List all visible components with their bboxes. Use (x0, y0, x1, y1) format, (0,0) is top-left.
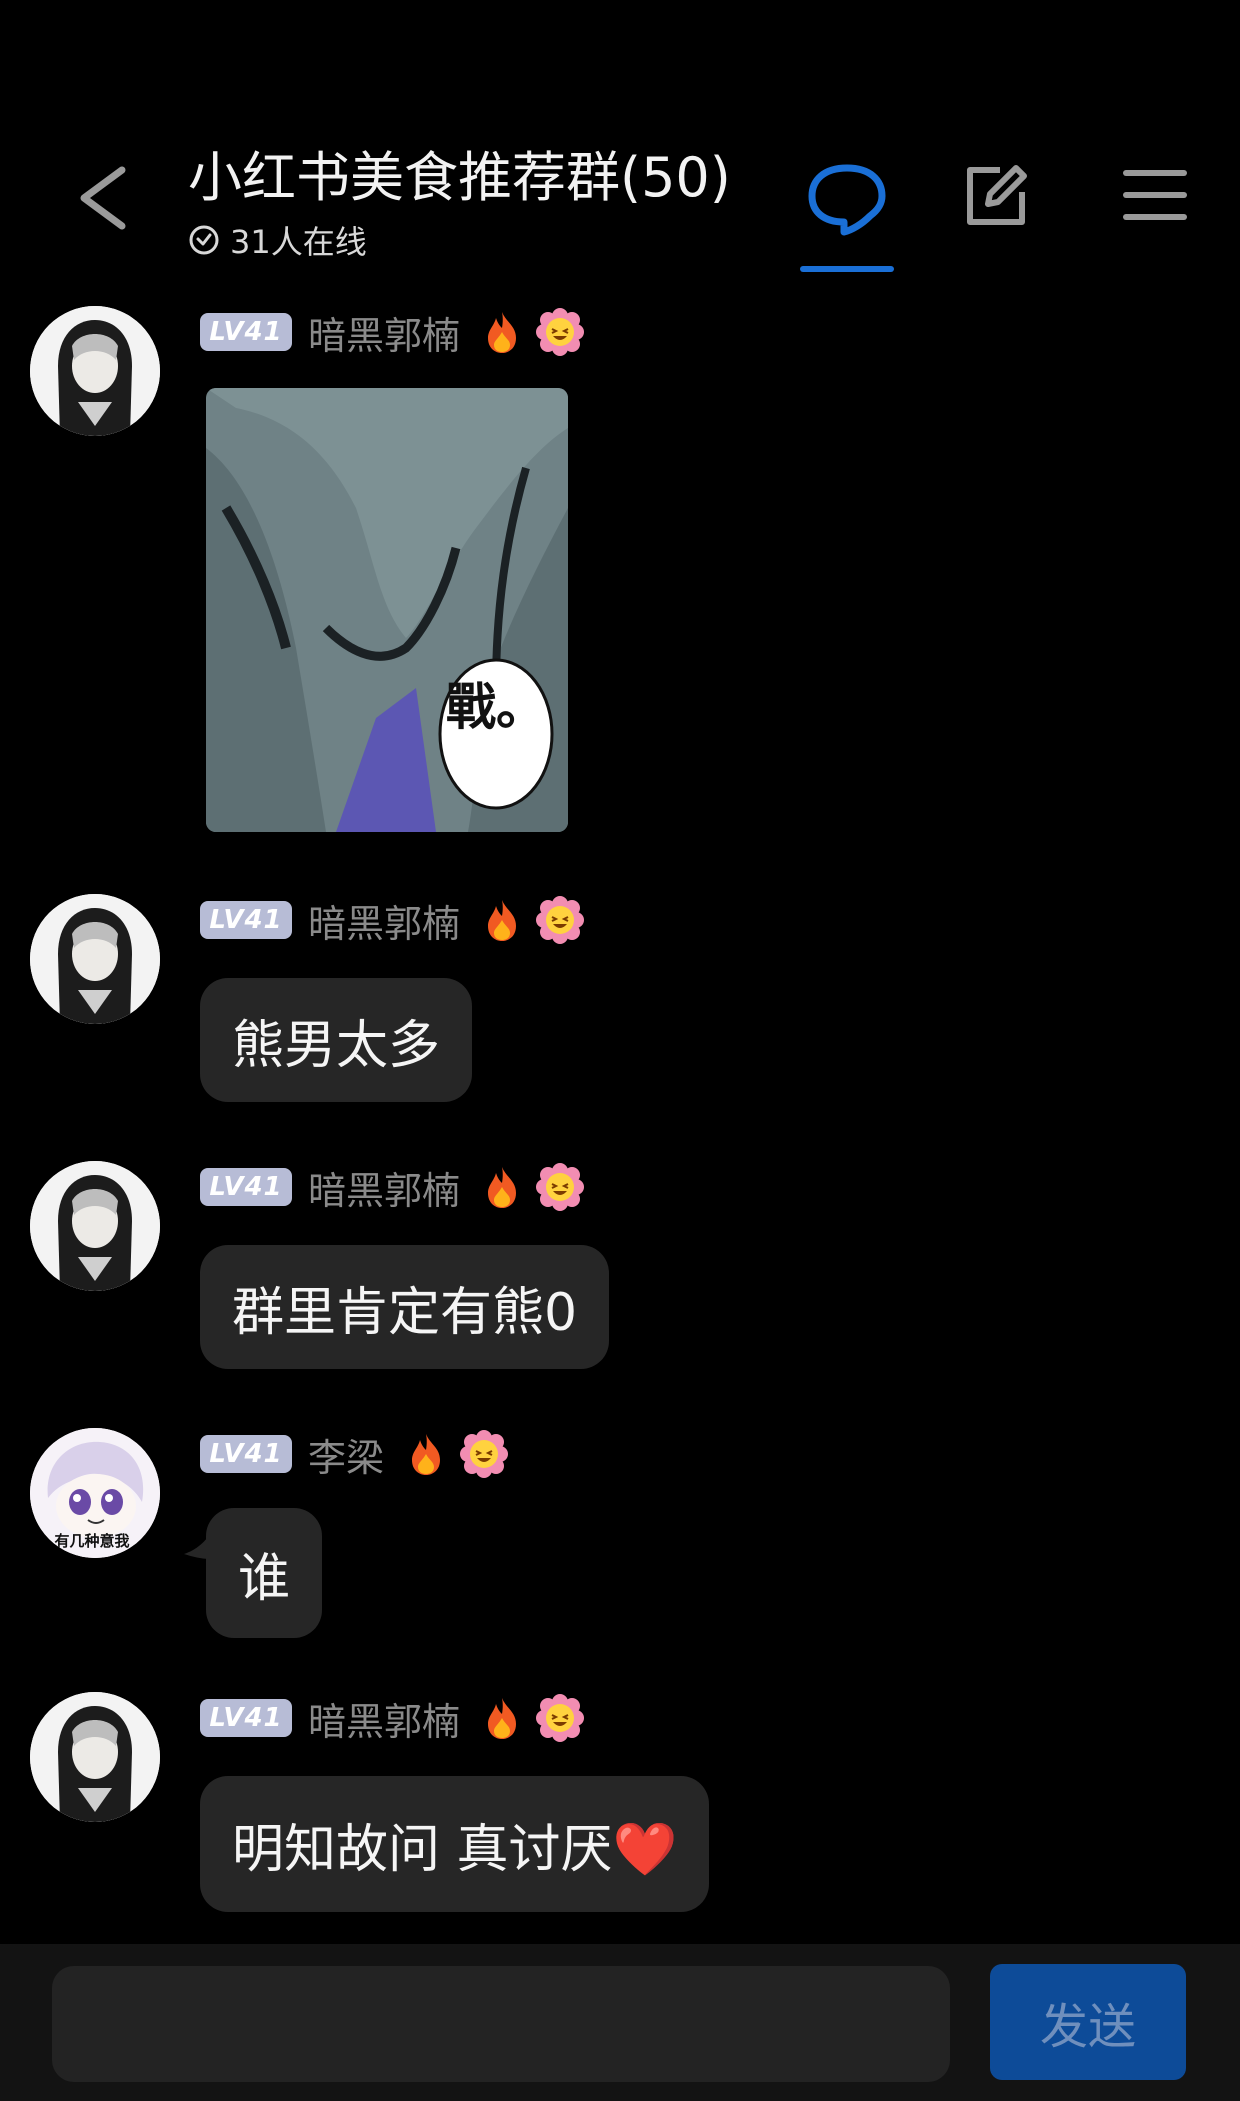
nun-avatar-icon (30, 306, 160, 436)
laughing-flower-icon (536, 1163, 585, 1211)
fire-icon (412, 1434, 441, 1475)
chat-bubble-icon (808, 164, 886, 236)
fire-icon (488, 1167, 517, 1208)
anime-girl-avatar-icon: 有几种意我 (30, 1428, 160, 1558)
message-meta: LV41 暗黑郭楠 (200, 308, 585, 358)
user-avatar[interactable] (30, 306, 160, 436)
message-input[interactable] (52, 1966, 950, 2082)
fire-icon (488, 1698, 517, 1739)
level-badge: LV41 (200, 313, 292, 351)
fire-icon (488, 900, 517, 941)
send-button[interactable]: 发送 (990, 1964, 1186, 2080)
input-bar: 发送 (0, 1944, 1240, 2101)
username[interactable]: 暗黑郭楠 (308, 1691, 460, 1746)
menu-button[interactable] (1120, 165, 1190, 225)
group-title: 小红书美食推荐群(50) (188, 146, 731, 209)
nun-avatar-icon (30, 1692, 160, 1822)
clock-check-icon (189, 225, 219, 255)
active-tab-indicator (800, 266, 894, 272)
online-count: 31人在线 (230, 223, 367, 261)
fire-icon (488, 312, 517, 353)
user-avatar[interactable] (30, 894, 160, 1024)
level-badge: LV41 (200, 901, 292, 939)
edit-icon (967, 165, 1027, 225)
tab-post[interactable] (960, 160, 1032, 232)
sticker-text: 戰。 (446, 678, 546, 736)
message-meta: LV41 暗黑郭楠 (200, 1163, 585, 1213)
nun-avatar-icon (30, 894, 160, 1024)
user-avatar[interactable]: 有几种意我 (30, 1428, 160, 1558)
laughing-flower-icon (536, 1694, 585, 1742)
chat-header: 小红书美食推荐群(50) 31人在线 (0, 0, 1240, 290)
back-button[interactable] (70, 158, 140, 238)
tab-chat[interactable] (800, 160, 894, 272)
online-status: 31人在线 (188, 218, 367, 262)
laughing-flower-icon (536, 896, 585, 944)
nun-avatar-icon (30, 1161, 160, 1291)
level-badge: LV41 (200, 1435, 292, 1473)
message-meta: LV41 暗黑郭楠 (200, 896, 585, 946)
username[interactable]: 暗黑郭楠 (308, 893, 460, 948)
sticker-image: 戰。 (206, 388, 568, 832)
username[interactable]: 暗黑郭楠 (308, 1160, 460, 1215)
user-avatar[interactable] (30, 1692, 160, 1822)
message-bubble[interactable]: 群里肯定有熊0 (200, 1245, 610, 1369)
username[interactable]: 李梁 (308, 1427, 384, 1482)
message-bubble[interactable]: 明知故问 真讨厌❤️ (200, 1776, 710, 1912)
image-message[interactable]: 戰。 (206, 388, 568, 832)
user-avatar[interactable] (30, 1161, 160, 1291)
level-badge: LV41 (200, 1699, 292, 1737)
menu-icon (1123, 170, 1187, 220)
avatar-caption: 有几种意我 (54, 1532, 129, 1550)
laughing-flower-icon (460, 1430, 509, 1478)
username[interactable]: 暗黑郭楠 (308, 305, 460, 360)
message-meta: LV41 李梁 (200, 1430, 509, 1480)
level-badge: LV41 (200, 1168, 292, 1206)
back-arrow-icon (80, 166, 126, 230)
message-bubble[interactable]: 谁 (206, 1508, 323, 1638)
message-bubble[interactable]: 熊男太多 (200, 978, 473, 1102)
message-meta: LV41 暗黑郭楠 (200, 1694, 585, 1744)
laughing-flower-icon (536, 308, 585, 356)
